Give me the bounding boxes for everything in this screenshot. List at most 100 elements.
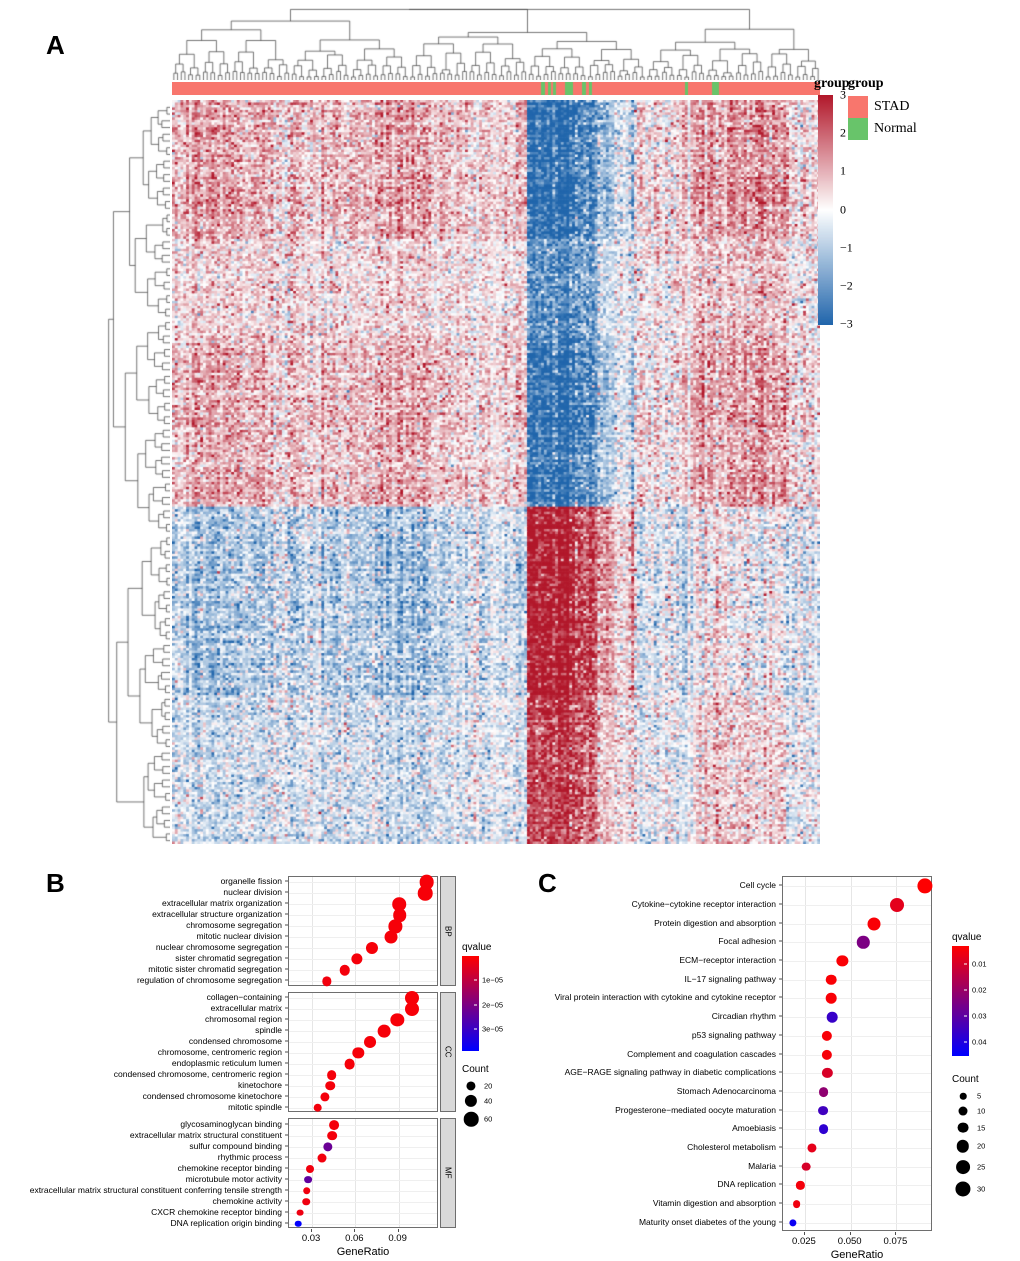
- dotplot-y-label: microtubule motor activity: [185, 1173, 282, 1184]
- dotplot-point[interactable]: [867, 917, 881, 931]
- dotplot-point[interactable]: [351, 953, 363, 965]
- dotplot-point[interactable]: [320, 1092, 330, 1102]
- dotplot-point[interactable]: [384, 930, 398, 944]
- x-axis-tick: [397, 1229, 399, 1232]
- dotplot-point[interactable]: [836, 955, 849, 967]
- dotplot-y-label: DNA replication: [717, 1179, 776, 1190]
- qvalue-tick-label: 0.02: [972, 985, 987, 995]
- gridline-horizontal: [783, 1129, 931, 1131]
- dotplot-point[interactable]: [321, 976, 332, 986]
- dotplot-point[interactable]: [329, 1119, 340, 1130]
- dotplot-point[interactable]: [818, 1124, 829, 1135]
- gridline-horizontal: [289, 882, 437, 884]
- gridline-horizontal: [783, 1017, 931, 1019]
- count-legend-label: 20: [977, 1141, 986, 1151]
- dotplot-point[interactable]: [817, 1105, 828, 1116]
- y-axis-tick: [779, 1015, 782, 1017]
- y-axis-tick: [285, 924, 288, 926]
- dotplot-point[interactable]: [306, 1164, 315, 1173]
- y-axis-tick: [285, 1073, 288, 1075]
- dotplot-point[interactable]: [792, 1200, 801, 1208]
- y-axis-tick: [285, 1007, 288, 1009]
- gridline-horizontal: [783, 1035, 931, 1037]
- dotplot-y-label: extracellular matrix structural constitu…: [29, 1184, 282, 1195]
- dotplot-y-label: extracellular matrix structural constitu…: [129, 1129, 282, 1140]
- y-axis-tick: [285, 1062, 288, 1064]
- dotplot-point[interactable]: [917, 878, 933, 894]
- dotplot-point[interactable]: [890, 898, 905, 913]
- dotplot-point[interactable]: [295, 1220, 302, 1227]
- dotplot-y-label: mitotic sister chromatid segregation: [148, 964, 282, 975]
- y-axis-tick: [285, 1040, 288, 1042]
- dotplot-point[interactable]: [807, 1143, 817, 1153]
- color-scale-bar: [818, 95, 833, 325]
- dotplot-point[interactable]: [822, 1068, 833, 1079]
- group-legend-item[interactable]: STAD: [848, 96, 917, 118]
- dotplot-point[interactable]: [296, 1209, 304, 1216]
- dotplot-point[interactable]: [796, 1181, 805, 1190]
- y-axis-tick: [285, 1051, 288, 1053]
- y-axis-tick: [779, 1165, 782, 1167]
- dotplot-point[interactable]: [826, 974, 837, 986]
- x-axis-tick: [895, 1232, 897, 1235]
- dotplot-point[interactable]: [344, 1058, 355, 1070]
- facet-plot-bp: [288, 875, 438, 986]
- dotplot-y-label: extracellular matrix organization: [162, 898, 282, 909]
- dotplot-point[interactable]: [826, 1011, 838, 1023]
- color-scale-tick: 1: [840, 163, 846, 178]
- dotplot-y-label: Progesterone−mediated oocyte maturation: [615, 1104, 776, 1115]
- dotplot-point[interactable]: [802, 1162, 811, 1171]
- group-legend-label: Normal: [874, 121, 917, 136]
- dotplot-y-label: IL−17 signaling pathway: [684, 973, 776, 984]
- gridline-vertical: [398, 992, 400, 1112]
- dotplot-point[interactable]: [390, 1013, 404, 1027]
- dotplot-point[interactable]: [304, 1175, 313, 1184]
- y-axis-tick: [779, 1127, 782, 1129]
- dotplot-point[interactable]: [377, 1024, 391, 1038]
- panel-a-letter: A: [46, 30, 65, 60]
- dotplot-point[interactable]: [365, 942, 378, 955]
- dotplot-point[interactable]: [352, 1047, 364, 1059]
- dotplot-point[interactable]: [418, 886, 433, 901]
- y-axis-tick: [285, 1145, 288, 1147]
- dotplot-point[interactable]: [302, 1197, 310, 1206]
- gridline-horizontal: [783, 998, 931, 1000]
- y-axis-tick: [779, 903, 782, 905]
- dotplot-point[interactable]: [325, 1081, 335, 1091]
- dotplot-point[interactable]: [818, 1086, 829, 1097]
- y-axis-tick: [779, 1202, 782, 1204]
- dotplot-point[interactable]: [821, 1049, 832, 1060]
- y-axis-tick: [285, 1018, 288, 1020]
- dotplot-point[interactable]: [326, 1070, 337, 1080]
- y-axis-tick: [779, 959, 782, 961]
- dotplot-point[interactable]: [313, 1103, 323, 1113]
- dotplot-point[interactable]: [322, 1142, 333, 1152]
- dotplot-point[interactable]: [821, 1030, 832, 1041]
- dotplot-point[interactable]: [327, 1130, 338, 1141]
- dotplot-point[interactable]: [826, 993, 837, 1004]
- dotplot-y-label: Focal adhesion: [718, 936, 776, 947]
- dotplot-point[interactable]: [857, 936, 870, 949]
- group-legend-title: group: [848, 76, 884, 91]
- x-axis-tick-label: 0.09: [388, 1233, 407, 1244]
- qvalue-legend-title: qvalue: [952, 932, 982, 943]
- group-legend-item[interactable]: Normal: [848, 118, 917, 140]
- gridline-horizontal: [289, 904, 437, 906]
- count-legend-title: Count: [462, 1064, 489, 1075]
- dotplot-point[interactable]: [339, 964, 350, 976]
- y-axis-tick: [779, 1109, 782, 1111]
- y-axis-tick: [285, 913, 288, 915]
- y-axis-tick: [779, 940, 782, 942]
- dotplot-y-label: kinetochore: [238, 1079, 282, 1090]
- y-axis-tick: [285, 968, 288, 970]
- dotplot-point[interactable]: [404, 1002, 419, 1017]
- dotplot-y-label: rhythmic process: [217, 1151, 282, 1162]
- x-axis-tick-label: 0.06: [345, 1233, 364, 1244]
- dotplot-point[interactable]: [363, 1036, 376, 1048]
- dotplot-point[interactable]: [788, 1219, 797, 1227]
- dotplot-y-label: collagen−containing: [206, 992, 282, 1003]
- y-axis-tick: [779, 1221, 782, 1223]
- x-axis-title: GeneRatio: [830, 1249, 884, 1261]
- dotplot-point[interactable]: [317, 1153, 327, 1163]
- dotplot-point[interactable]: [302, 1186, 311, 1195]
